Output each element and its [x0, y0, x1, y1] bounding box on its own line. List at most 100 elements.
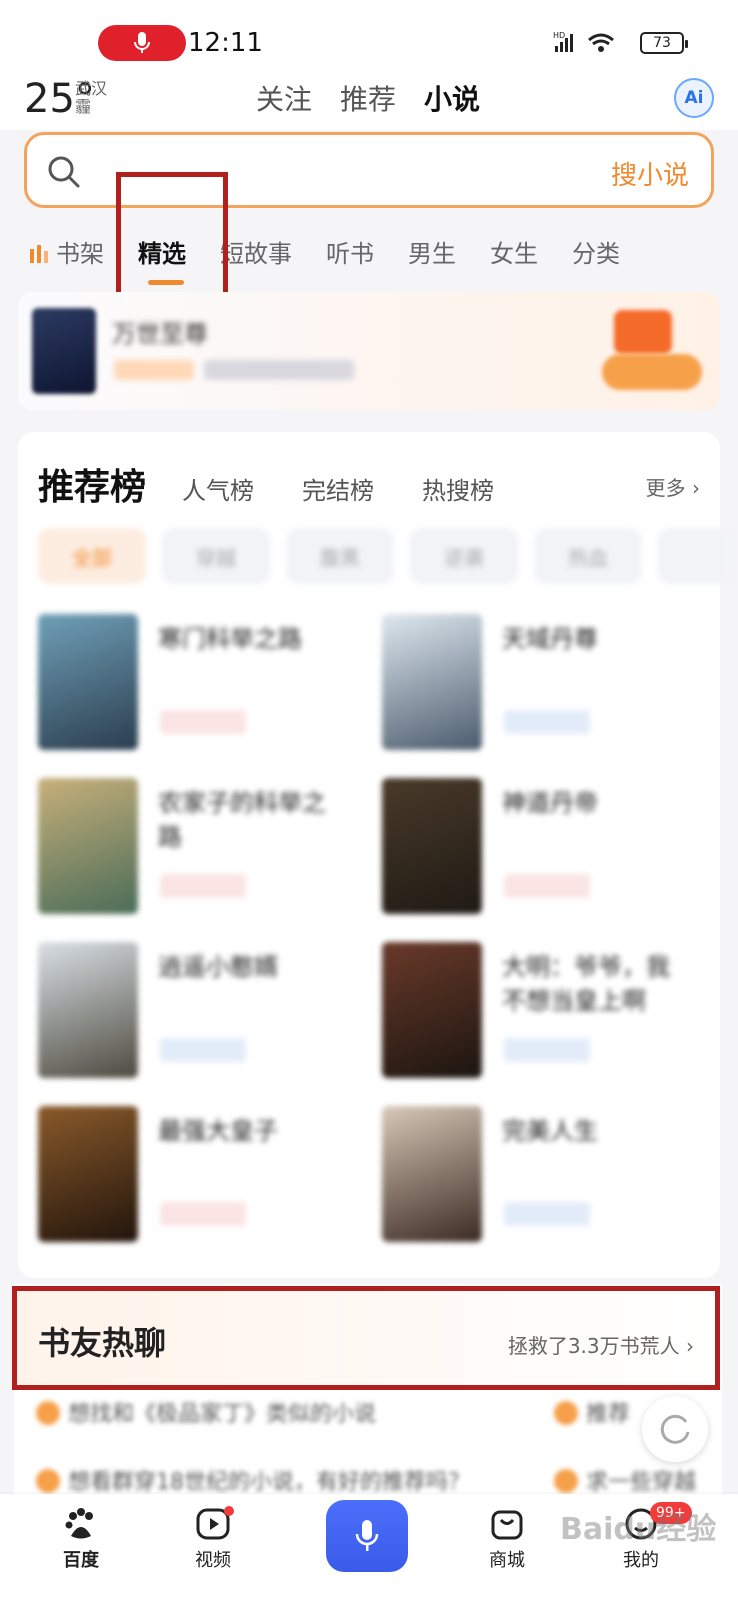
chip-scheming[interactable]: 腹黑 — [286, 528, 394, 584]
top-header: 25° 武汉 霾 关注 推荐 小说 Ai — [0, 70, 738, 130]
nav-mall[interactable]: 商城 — [462, 1502, 552, 1572]
banner-book-title: 万世至尊 — [112, 320, 208, 348]
more-link[interactable]: 更多 › — [646, 472, 700, 501]
highlight-box-featured — [116, 172, 228, 306]
genre-chips: 全部 穿越 腹黑 逆袭 热血 — [38, 528, 728, 586]
book-tag — [504, 1202, 590, 1226]
ai-assistant-button[interactable]: Ai — [674, 78, 714, 118]
chevron-right-icon: › — [692, 476, 700, 500]
tab-bookshelf-label: 书架 — [56, 239, 104, 268]
chip-time-travel[interactable]: 穿越 — [162, 528, 270, 584]
tab-female[interactable]: 女生 — [490, 234, 538, 269]
nav-video[interactable]: 视频 — [168, 1502, 258, 1572]
chip-more[interactable] — [658, 528, 728, 584]
recording-indicator[interactable] — [98, 25, 186, 61]
notification-dot — [224, 1506, 234, 1516]
book-item[interactable]: 寒门科举之路 — [38, 614, 368, 754]
continue-reading-banner[interactable]: 万世至尊 — [18, 292, 720, 410]
question-text: 求一些穿越 — [586, 1470, 697, 1494]
question-icon — [36, 1401, 60, 1425]
book-tag — [160, 1038, 246, 1062]
book-cover — [38, 942, 138, 1078]
tab-popular[interactable]: 人气榜 — [182, 471, 254, 506]
book-item[interactable]: 天域丹尊 — [382, 614, 712, 754]
nav-profile-label: 我的 — [623, 1550, 659, 1571]
clock: 12:11 — [188, 28, 263, 58]
refresh-button[interactable] — [642, 1396, 708, 1462]
book-item[interactable]: 最强大皇子 — [38, 1106, 368, 1246]
book-cover — [38, 614, 138, 750]
book-title: 完美人生 — [502, 1117, 598, 1145]
battery-icon: 73 — [640, 32, 688, 54]
chip-comeback[interactable]: 逆袭 — [410, 528, 518, 584]
book-title: 农家子的科举之路 — [158, 789, 326, 851]
book-title: 天域丹尊 — [502, 625, 598, 653]
weather-location[interactable]: 武汉 霾 — [75, 80, 107, 116]
book-title: 最强大皇子 — [158, 1117, 278, 1145]
gift-icon — [614, 310, 672, 354]
book-cover — [382, 778, 482, 914]
discussion-question[interactable]: 想找和《极品家丁》类似的小说 — [36, 1396, 536, 1426]
book-cover — [32, 308, 96, 394]
question-text: 推荐 — [586, 1402, 631, 1426]
watermark: Baidu经验 — [560, 1512, 717, 1547]
book-item[interactable]: 农家子的科举之路 — [38, 778, 368, 918]
book-tag — [160, 874, 246, 898]
question-icon — [554, 1401, 578, 1425]
tab-follow[interactable]: 关注 — [256, 78, 312, 118]
book-title: 大明：爷爷，我不想当皇上啊 — [502, 953, 670, 1015]
baidu-paw-icon — [65, 1508, 93, 1539]
book-item[interactable]: 完美人生 — [382, 1106, 712, 1246]
book-item[interactable]: 神道丹帝 — [382, 778, 712, 918]
chip-all[interactable]: 全部 — [38, 528, 146, 584]
question-text: 想找和《极品家丁》类似的小说 — [68, 1402, 377, 1426]
book-cover — [382, 614, 482, 750]
shopping-bag-icon — [491, 1510, 523, 1540]
banner-tag — [114, 360, 194, 380]
tab-recommend[interactable]: 推荐 — [340, 78, 396, 118]
more-label: 更多 — [645, 476, 686, 500]
status-bar: 12:11 HD 73 — [0, 0, 738, 70]
nav-baidu[interactable]: 百度 — [36, 1502, 126, 1572]
book-cover — [382, 942, 482, 1078]
nav-mall-label: 商城 — [489, 1550, 525, 1571]
city-name: 武汉 — [75, 79, 108, 98]
book-tag — [160, 710, 246, 734]
discussion-question[interactable]: 推荐 — [554, 1396, 654, 1426]
discussion-question[interactable]: 求一些穿越 — [554, 1464, 714, 1494]
tab-short-stories[interactable]: 短故事 — [220, 234, 292, 269]
tab-bookshelf[interactable]: 书架 — [28, 234, 104, 269]
tab-male[interactable]: 男生 — [408, 234, 456, 269]
weather-text: 霾 — [75, 97, 92, 116]
tab-novel[interactable]: 小说 — [424, 78, 480, 118]
ranking-header: 推荐榜 人气榜 完结榜 热搜榜 — [38, 458, 542, 510]
voice-search-button[interactable] — [326, 1500, 408, 1572]
search-novel-button[interactable]: 搜小说 — [611, 155, 689, 192]
book-item[interactable]: 逍遥小憨婿 — [38, 942, 368, 1082]
recommend-ranking-card: 推荐榜 人气榜 完结榜 热搜榜 更多 › 全部 穿越 腹黑 逆袭 热血 寒门科举… — [18, 432, 728, 1278]
highlight-box-discussion — [12, 1286, 720, 1390]
tab-categories[interactable]: 分类 — [572, 234, 620, 269]
nav-video-label: 视频 — [195, 1550, 231, 1571]
book-item[interactable]: 大明：爷爷，我不想当皇上啊 — [382, 942, 712, 1082]
svg-text:HD: HD — [553, 31, 565, 40]
question-text: 想看群穿18世纪的小说，有好的推荐吗？ — [68, 1470, 470, 1494]
book-title: 神道丹帝 — [502, 789, 598, 817]
chip-passionate[interactable]: 热血 — [534, 528, 642, 584]
nav-baidu-label: 百度 — [63, 1550, 99, 1571]
signal-wifi-icons: HD — [553, 30, 633, 58]
ranking-title[interactable]: 推荐榜 — [38, 458, 146, 510]
book-cover — [382, 1106, 482, 1242]
tab-hot-search[interactable]: 热搜榜 — [422, 471, 494, 506]
book-tag — [504, 710, 590, 734]
refresh-icon — [660, 1414, 690, 1444]
microphone-icon — [134, 32, 150, 53]
gift-button[interactable] — [602, 354, 702, 390]
tab-completed[interactable]: 完结榜 — [302, 471, 374, 506]
question-icon — [554, 1469, 578, 1493]
discussion-question[interactable]: 想看群穿18世纪的小说，有好的推荐吗？ — [36, 1464, 536, 1494]
bookshelf-icon — [30, 244, 48, 263]
tab-audiobooks[interactable]: 听书 — [326, 234, 374, 269]
book-tag — [504, 874, 590, 898]
book-tag — [504, 1038, 590, 1062]
